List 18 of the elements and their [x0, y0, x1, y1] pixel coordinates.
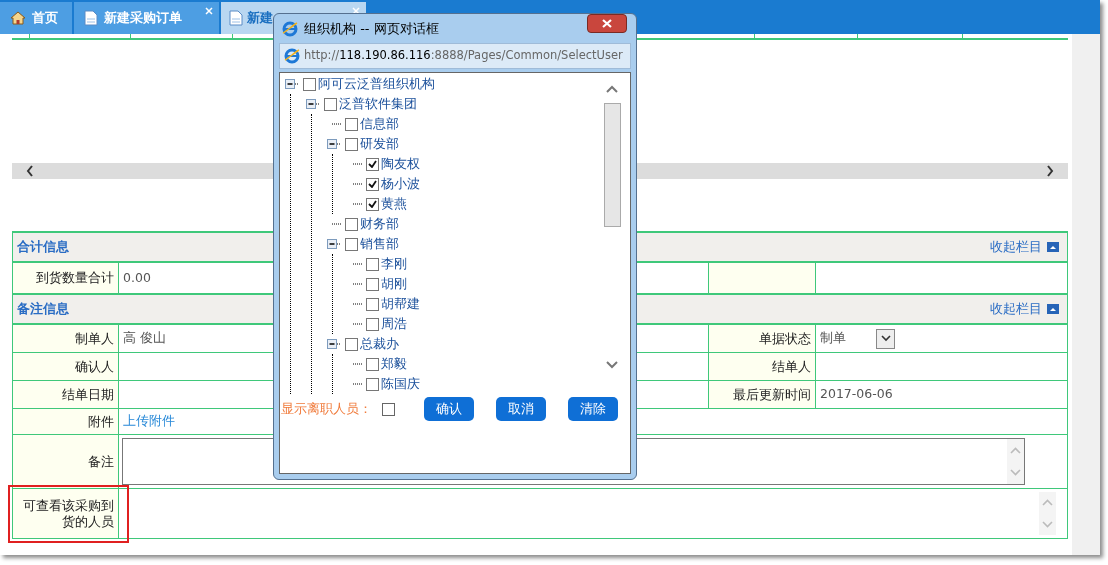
field-label: 备注 — [13, 435, 119, 488]
field-label: 单据状态 — [709, 325, 816, 352]
field-label: 结单日期 — [13, 381, 119, 408]
field-label: 结单人 — [709, 353, 816, 380]
field-value: 0.00 — [123, 268, 151, 287]
field-label: 附件 — [13, 409, 119, 434]
field-label: 制单人 — [13, 325, 119, 352]
field-value: 高 俊山 — [123, 329, 166, 348]
option-label: 显示离职人员： — [281, 399, 372, 418]
dialog-title: 组织机构 -- 网页对话框 — [304, 19, 439, 38]
section-title: 合计信息 — [17, 238, 69, 257]
url-text: http://118.190.86.116:8888/Pages/Common/SelectUser — [304, 47, 623, 65]
field-value: 2017-06-06 — [820, 385, 893, 404]
field-label: 最后更新时间 — [709, 381, 816, 408]
section-title: 备注信息 — [17, 300, 69, 319]
field-label: 确认人 — [13, 353, 119, 380]
field-label: 到货数量合计 — [13, 263, 119, 293]
field-label: 可查看该采购到货的人员 — [13, 489, 119, 538]
